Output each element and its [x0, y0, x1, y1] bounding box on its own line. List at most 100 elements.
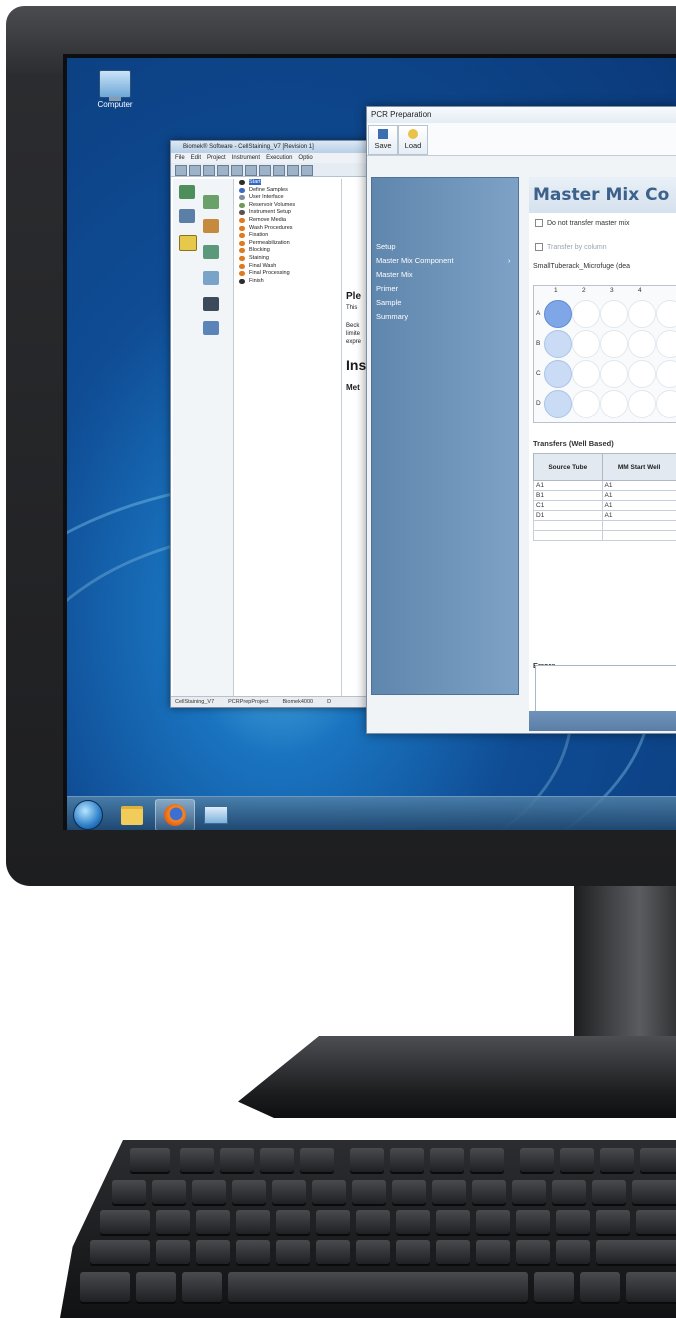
- samples-icon: [239, 187, 245, 193]
- paste-icon[interactable]: [287, 165, 299, 176]
- table-row[interactable]: A1 A1 I: [533, 480, 676, 491]
- save-button[interactable]: Save: [368, 125, 398, 155]
- well-d1[interactable]: [544, 390, 572, 418]
- well[interactable]: [628, 390, 656, 418]
- status-instrument: Biomek4000: [282, 699, 314, 705]
- nav-master-mix[interactable]: Master Mix: [376, 270, 413, 279]
- ui-icon: [239, 195, 245, 201]
- no-transfer-checkbox[interactable]: Do not transfer master mix: [535, 219, 629, 227]
- table-cell: A1: [601, 490, 676, 501]
- row-label: C: [536, 370, 541, 377]
- table-cell: A1: [533, 480, 603, 491]
- palette-step-icon[interactable]: [203, 245, 219, 259]
- preview-icon[interactable]: [231, 165, 243, 176]
- palette-step-icon[interactable]: [179, 209, 195, 223]
- group-icon: [239, 217, 245, 223]
- finish-icon: [239, 278, 245, 284]
- menu-execution[interactable]: Execution: [266, 155, 292, 161]
- well[interactable]: [656, 360, 676, 388]
- palette-step-icon[interactable]: [203, 271, 219, 285]
- save-icon[interactable]: [217, 165, 229, 176]
- table-row[interactable]: D1 A1 I: [533, 510, 676, 521]
- palette-step-icon[interactable]: [203, 321, 219, 335]
- column-label: 3: [610, 287, 614, 294]
- tree-item[interactable]: Remove Media: [235, 217, 341, 225]
- palette-step-icon[interactable]: [179, 185, 195, 199]
- pcr-preparation-window: PCR Preparation Save Load Setup Master M…: [366, 106, 676, 734]
- tree-item[interactable]: Wash Procedures: [235, 225, 341, 233]
- column-header[interactable]: Source Tube: [533, 453, 603, 481]
- load-button[interactable]: Load: [398, 125, 428, 155]
- status-method: PCRPrepProject: [228, 699, 269, 705]
- taskbar-firefox[interactable]: [155, 799, 195, 830]
- taskbar-explorer[interactable]: [113, 799, 151, 829]
- table-row[interactable]: [533, 530, 676, 541]
- palette-step-icon[interactable]: [203, 219, 219, 233]
- checkbox-label: Do not transfer master mix: [547, 219, 630, 227]
- tree-item[interactable]: Define Samples: [235, 187, 341, 195]
- well[interactable]: [656, 330, 676, 358]
- well[interactable]: [600, 390, 628, 418]
- well[interactable]: [656, 390, 676, 418]
- master-mix-content: Master Mix Co Do not transfer master mix…: [529, 177, 676, 717]
- computer-desktop-icon[interactable]: Computer: [85, 70, 145, 109]
- tree-item[interactable]: Final Processing: [235, 270, 341, 278]
- tree-item[interactable]: Staining: [235, 255, 341, 263]
- start-orb-icon[interactable]: [73, 800, 103, 830]
- tree-item[interactable]: Reservoir Volumes: [235, 202, 341, 210]
- well[interactable]: [628, 360, 656, 388]
- palette-step-icon[interactable]: [179, 235, 197, 251]
- computer-icon: [99, 70, 131, 101]
- menu-edit[interactable]: Edit: [191, 155, 201, 161]
- nav-master-mix-component[interactable]: Master Mix Component: [376, 256, 454, 265]
- tree-item[interactable]: User Interface: [235, 194, 341, 202]
- tree-item[interactable]: Final Wash: [235, 263, 341, 271]
- well[interactable]: [628, 300, 656, 328]
- new-icon[interactable]: [175, 165, 187, 176]
- folder-icon[interactable]: [203, 165, 215, 176]
- table-row[interactable]: [533, 520, 676, 531]
- table-row[interactable]: C1 A1 I: [533, 500, 676, 511]
- copy-icon[interactable]: [273, 165, 285, 176]
- well[interactable]: [600, 330, 628, 358]
- undo-icon[interactable]: [301, 165, 313, 176]
- tree-item[interactable]: Finish: [235, 278, 341, 286]
- well[interactable]: [572, 300, 600, 328]
- nav-setup[interactable]: Setup: [376, 242, 396, 251]
- tree-item[interactable]: Instrument Setup: [235, 209, 341, 217]
- well-c1[interactable]: [544, 360, 572, 388]
- well[interactable]: [628, 330, 656, 358]
- nav-summary[interactable]: Summary: [376, 312, 408, 321]
- taskbar: [67, 796, 676, 830]
- well[interactable]: [572, 360, 600, 388]
- menu-file[interactable]: File: [175, 155, 185, 161]
- tree-item[interactable]: Start: [235, 179, 341, 187]
- well[interactable]: [572, 390, 600, 418]
- nav-primer[interactable]: Primer: [376, 284, 398, 293]
- well[interactable]: [600, 300, 628, 328]
- tree-item[interactable]: Permeabilization: [235, 240, 341, 248]
- open-icon[interactable]: [189, 165, 201, 176]
- cut-icon[interactable]: [259, 165, 271, 176]
- table-cell: A1: [601, 500, 676, 511]
- print-icon[interactable]: [245, 165, 257, 176]
- table-row[interactable]: B1 A1 I: [533, 490, 676, 501]
- palette-step-icon[interactable]: [203, 297, 219, 311]
- menu-options[interactable]: Optio: [298, 155, 312, 161]
- well[interactable]: [600, 360, 628, 388]
- nav-sample[interactable]: Sample: [376, 298, 401, 307]
- menu-project[interactable]: Project: [207, 155, 226, 161]
- well[interactable]: [656, 300, 676, 328]
- taskbar-biomek[interactable]: [197, 799, 235, 829]
- well[interactable]: [572, 330, 600, 358]
- palette-step-icon[interactable]: [203, 195, 219, 209]
- well-b1[interactable]: [544, 330, 572, 358]
- pane-text: This: [346, 305, 358, 311]
- menu-instrument[interactable]: Instrument: [232, 155, 260, 161]
- tree-item[interactable]: Fixation: [235, 232, 341, 240]
- well-a1[interactable]: [544, 300, 572, 328]
- column-header[interactable]: MM Start Well: [601, 453, 676, 481]
- monitor-stand-base: [238, 1036, 676, 1118]
- transfer-by-column-checkbox[interactable]: Transfer by column: [535, 243, 607, 251]
- tree-item[interactable]: Blocking: [235, 247, 341, 255]
